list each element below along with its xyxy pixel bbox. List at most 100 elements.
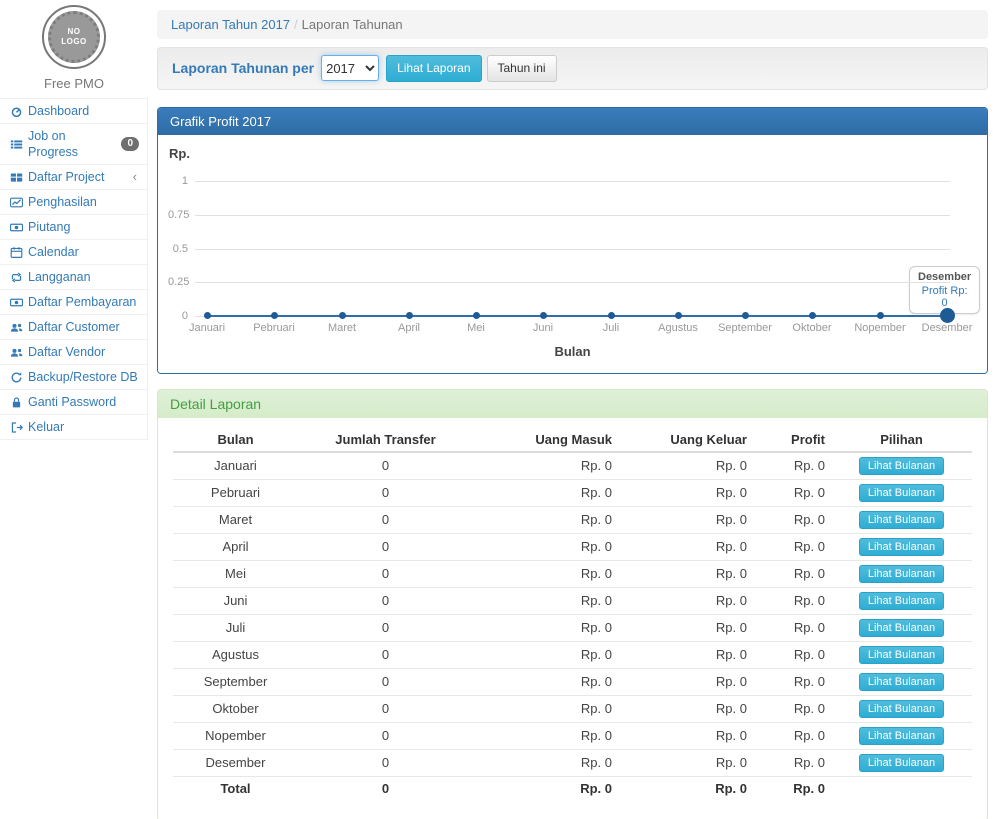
sidebar-item-label: Daftar Pembayaran	[28, 294, 136, 310]
cell: September	[173, 668, 298, 695]
data-point-pebruari[interactable]	[271, 312, 278, 319]
lihat-bulanan-button[interactable]: Lihat Bulanan	[859, 754, 944, 772]
breadcrumb-link[interactable]: Laporan Tahun 2017	[171, 17, 290, 32]
cell: Rp. 0	[618, 641, 753, 668]
x-tick-label: Nopember	[845, 322, 915, 334]
action-cell: Lihat Bulanan	[831, 614, 972, 641]
data-point-maret[interactable]	[339, 312, 346, 319]
y-tick-label: 0.5	[168, 243, 188, 255]
report-table: BulanJumlah TransferUang MasukUang Kelua…	[173, 428, 972, 800]
lihat-bulanan-button[interactable]: Lihat Bulanan	[859, 538, 944, 556]
chart-gridline	[195, 215, 950, 216]
lihat-bulanan-button[interactable]: Lihat Bulanan	[859, 700, 944, 718]
total-cell: Rp. 0	[618, 776, 753, 800]
sidebar-item-penghasilan[interactable]: Penghasilan	[0, 190, 147, 214]
sidebar-item-label: Backup/Restore DB	[28, 369, 138, 385]
filter-label: Laporan Tahunan per	[172, 60, 314, 76]
lihat-bulanan-button[interactable]: Lihat Bulanan	[859, 592, 944, 610]
cell: Rp. 0	[753, 641, 831, 668]
cell: Rp. 0	[618, 506, 753, 533]
data-point-september[interactable]	[742, 312, 749, 319]
sidebar-item-daftar-pembayaran[interactable]: Daftar Pembayaran	[0, 290, 147, 314]
x-tick-label: Maret	[307, 322, 377, 334]
sidebar-item-label: Keluar	[28, 419, 64, 435]
sidebar-menu-row: Ganti Password	[0, 390, 147, 415]
sidebar-item-daftar-customer[interactable]: Daftar Customer	[0, 315, 147, 339]
column-header-bulan: Bulan	[173, 428, 298, 452]
cell: 0	[298, 668, 473, 695]
users-icon	[9, 320, 23, 334]
lihat-bulanan-button[interactable]: Lihat Bulanan	[859, 673, 944, 691]
year-select[interactable]: 2017	[321, 55, 379, 81]
tooltip-value: Profit Rp: 0	[918, 285, 971, 309]
sidebar-item-calendar[interactable]: Calendar	[0, 240, 147, 264]
data-point-oktober[interactable]	[809, 312, 816, 319]
sidebar-item-job-on-progress[interactable]: Job on Progress0	[0, 124, 147, 164]
sidebar-menu-row: Backup/Restore DB	[0, 365, 147, 390]
cell: Desember	[173, 749, 298, 776]
brand-text: Free PMO	[0, 76, 148, 91]
sidebar-item-dashboard[interactable]: Dashboard	[0, 99, 147, 123]
sidebar-menu-row: Calendar	[0, 240, 147, 265]
line-chart-icon	[9, 195, 23, 209]
action-cell: Lihat Bulanan	[831, 560, 972, 587]
cell: Rp. 0	[473, 749, 618, 776]
cell: Rp. 0	[618, 479, 753, 506]
sidebar-item-piutang[interactable]: Piutang	[0, 215, 147, 239]
sidebar-item-ganti-password[interactable]: Ganti Password	[0, 390, 147, 414]
x-tick-label: Januari	[172, 322, 242, 334]
cell: Rp. 0	[473, 479, 618, 506]
sidebar-menu-row: Piutang	[0, 215, 147, 240]
sidebar-menu-row: Daftar Project‹	[0, 165, 147, 190]
data-point-mei[interactable]	[473, 312, 480, 319]
sidebar-item-daftar-project[interactable]: Daftar Project‹	[0, 165, 147, 189]
refresh-icon	[9, 370, 23, 384]
action-cell: Lihat Bulanan	[831, 749, 972, 776]
data-point-nopember[interactable]	[877, 312, 884, 319]
breadcrumb: Laporan Tahun 2017/Laporan Tahunan	[157, 10, 988, 39]
cell: Rp. 0	[753, 587, 831, 614]
sidebar-item-backup-restore-db[interactable]: Backup/Restore DB	[0, 365, 147, 389]
data-point-april[interactable]	[406, 312, 413, 319]
column-header-profit: Profit	[753, 428, 831, 452]
cell: Agustus	[173, 641, 298, 668]
cell: Rp. 0	[473, 668, 618, 695]
sidebar-item-label: Daftar Customer	[28, 319, 120, 335]
chart-gridline	[195, 181, 950, 182]
cell: Rp. 0	[753, 452, 831, 480]
lihat-bulanan-button[interactable]: Lihat Bulanan	[859, 457, 944, 475]
cell: Rp. 0	[618, 749, 753, 776]
cell: 0	[298, 749, 473, 776]
tahun-ini-button[interactable]: Tahun ini	[487, 55, 557, 82]
data-point-agustus[interactable]	[675, 312, 682, 319]
sidebar-item-label: Job on Progress	[28, 128, 116, 160]
lihat-bulanan-button[interactable]: Lihat Bulanan	[859, 727, 944, 745]
lihat-bulanan-button[interactable]: Lihat Bulanan	[859, 484, 944, 502]
cell: Mei	[173, 560, 298, 587]
data-point-juni[interactable]	[540, 312, 547, 319]
lihat-laporan-button[interactable]: Lihat Laporan	[386, 55, 481, 82]
logo-seal: NO LOGO	[42, 5, 106, 69]
cell: Rp. 0	[618, 452, 753, 480]
lihat-bulanan-button[interactable]: Lihat Bulanan	[859, 511, 944, 529]
sidebar-item-label: Dashboard	[28, 103, 89, 119]
x-tick-label: April	[374, 322, 444, 334]
cell: Rp. 0	[753, 560, 831, 587]
cell: Rp. 0	[753, 479, 831, 506]
sidebar-item-daftar-vendor[interactable]: Daftar Vendor	[0, 340, 147, 364]
lihat-bulanan-button[interactable]: Lihat Bulanan	[859, 619, 944, 637]
cell: Rp. 0	[753, 506, 831, 533]
table-row-nopember: Nopember0Rp. 0Rp. 0Rp. 0Lihat Bulanan	[173, 722, 972, 749]
lihat-bulanan-button[interactable]: Lihat Bulanan	[859, 565, 944, 583]
sidebar-item-langganan[interactable]: Langganan	[0, 265, 147, 289]
cell: 0	[298, 641, 473, 668]
chart-x-axis-label: Bulan	[168, 344, 977, 359]
lihat-bulanan-button[interactable]: Lihat Bulanan	[859, 646, 944, 664]
cell: Juli	[173, 614, 298, 641]
cell: Rp. 0	[473, 641, 618, 668]
sidebar-item-keluar[interactable]: Keluar	[0, 415, 147, 439]
y-tick-label: 1	[168, 175, 188, 187]
data-point-januari[interactable]	[204, 312, 211, 319]
data-point-juli[interactable]	[608, 312, 615, 319]
sidebar-menu-row: Daftar Customer	[0, 315, 147, 340]
